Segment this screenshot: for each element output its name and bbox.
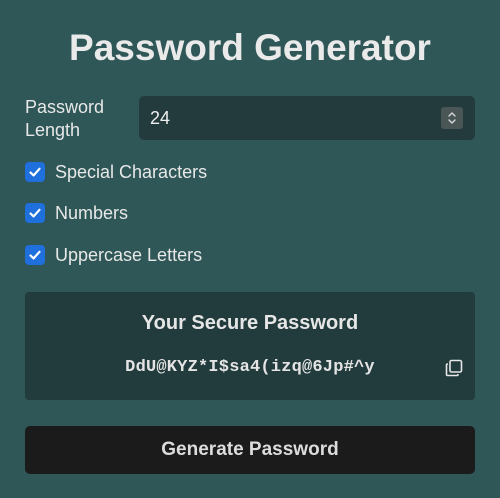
page-title: Password Generator: [69, 27, 431, 68]
special-characters-checkbox[interactable]: [25, 162, 45, 182]
generate-password-button[interactable]: Generate Password: [25, 426, 475, 474]
checkmark-icon: [29, 208, 41, 218]
option-uppercase-letters[interactable]: Uppercase Letters: [25, 244, 202, 266]
password-length-label: Password Length: [25, 97, 105, 140]
option-numbers[interactable]: Numbers: [25, 202, 128, 224]
stepper-arrows-icon: [448, 112, 456, 124]
password-length-value: 24: [150, 107, 171, 128]
checkmark-icon: [29, 167, 41, 177]
length-stepper[interactable]: [441, 107, 463, 129]
generated-password[interactable]: DdU@KYZ*I$sa4(izq@6Jp#^y: [25, 358, 475, 377]
numbers-checkbox[interactable]: [25, 203, 45, 223]
copy-icon[interactable]: [445, 359, 463, 377]
result-title: Your Secure Password: [141, 312, 359, 334]
password-generator-app: Password Generator Password Length 24 Sp…: [0, 0, 500, 498]
option-label: Uppercase Letters: [55, 244, 203, 265]
checkmark-icon: [29, 250, 41, 260]
password-result-panel: Your Secure Password DdU@KYZ*I$sa4(izq@6…: [25, 292, 475, 400]
option-label: Numbers: [55, 202, 129, 223]
password-length-input[interactable]: 24: [139, 96, 475, 140]
option-label: Special Characters: [55, 161, 208, 182]
uppercase-letters-checkbox[interactable]: [25, 245, 45, 265]
option-special-characters[interactable]: Special Characters: [25, 161, 207, 183]
